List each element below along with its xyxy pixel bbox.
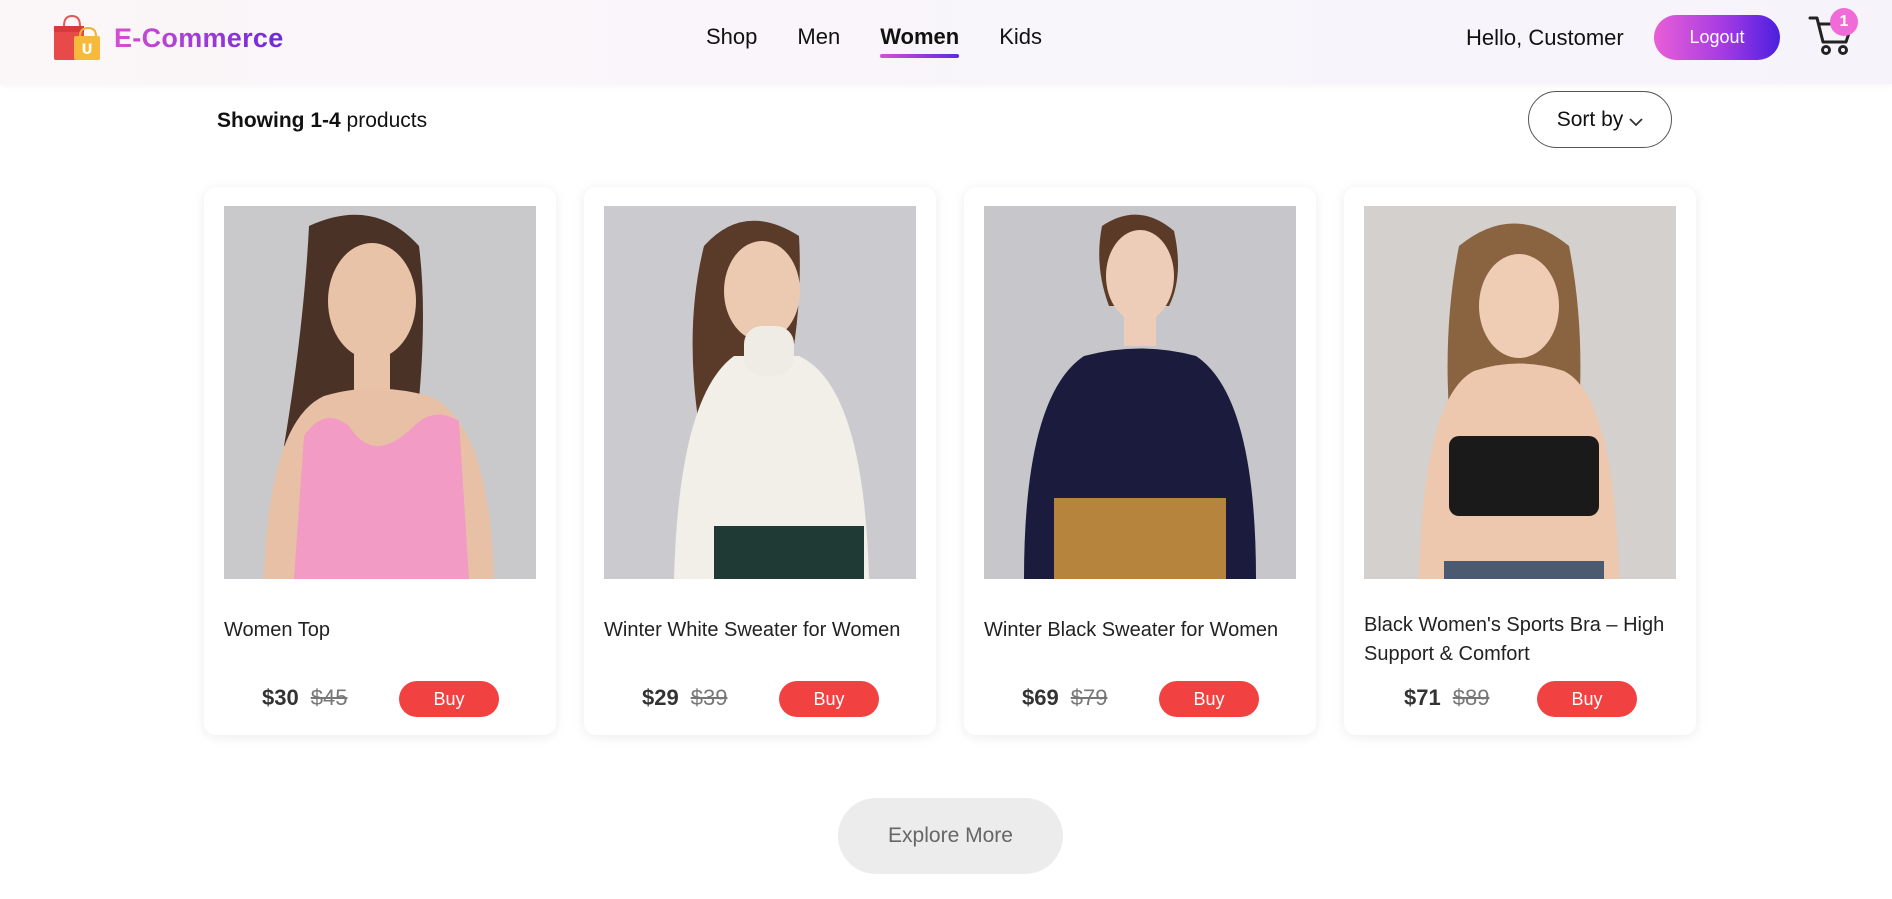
brand-name: E-Commerce (114, 22, 284, 53)
user-greeting: Hello, Customer (1466, 25, 1624, 50)
buy-button[interactable]: Buy (779, 681, 879, 717)
current-price: $69 (1022, 685, 1059, 710)
original-price: $89 (1452, 685, 1490, 710)
product-card[interactable]: Winter White Sweater for Women $29 $39 B… (584, 187, 936, 735)
buy-button[interactable]: Buy (399, 681, 499, 717)
product-card[interactable]: Women Top $30 $45 Buy (204, 187, 556, 735)
original-price: $39 (690, 685, 728, 710)
product-image[interactable] (224, 206, 536, 579)
product-card[interactable]: Black Women's Sports Bra – High Support … (1344, 187, 1696, 735)
product-card[interactable]: Winter Black Sweater for Women $69 $79 B… (964, 187, 1316, 735)
current-price: $29 (642, 685, 679, 710)
cart-count-badge: 1 (1830, 8, 1858, 36)
showing-suffix: products (346, 109, 428, 132)
chevron-down-icon (1629, 117, 1643, 126)
product-price: $71 $89 (1404, 685, 1489, 711)
product-title[interactable]: Black Women's Sports Bra – High Support … (1364, 611, 1682, 669)
buy-button[interactable]: Buy (1537, 681, 1637, 717)
svg-text:U: U (81, 42, 92, 58)
product-title[interactable]: Winter Black Sweater for Women (984, 616, 1302, 645)
logout-button[interactable]: Logout (1654, 15, 1780, 60)
nav-women[interactable]: Women (880, 24, 960, 58)
product-price: $30 $45 (262, 685, 347, 711)
buy-button[interactable]: Buy (1159, 681, 1259, 717)
product-title[interactable]: Women Top (224, 616, 542, 645)
shopping-bag-icon: U (50, 14, 102, 62)
original-price: $45 (310, 685, 348, 710)
nav-men[interactable]: Men (797, 24, 840, 58)
sort-dropdown[interactable]: Sort by (1528, 91, 1672, 148)
nav-shop[interactable]: Shop (706, 24, 757, 58)
product-title[interactable]: Winter White Sweater for Women (604, 616, 922, 645)
product-price: $29 $39 (642, 685, 727, 711)
sort-label: Sort by (1556, 107, 1624, 131)
results-count: Showing 1-4 products (217, 109, 427, 133)
original-price: $79 (1070, 685, 1108, 710)
product-price: $69 $79 (1022, 685, 1107, 711)
product-image[interactable] (984, 206, 1296, 579)
showing-range: 1-4 (310, 109, 341, 132)
explore-more-button[interactable]: Explore More (838, 798, 1063, 874)
brand-logo[interactable]: U E-Commerce (50, 14, 284, 62)
current-price: $71 (1404, 685, 1441, 710)
product-image[interactable] (604, 206, 916, 579)
showing-prefix: Showing (217, 109, 305, 132)
nav-kids[interactable]: Kids (999, 24, 1042, 58)
current-price: $30 (262, 685, 299, 710)
main-nav: Shop Men Women Kids (706, 24, 1082, 58)
product-image[interactable] (1364, 206, 1676, 579)
top-header: U E-Commerce Shop Men Women Kids Hello, … (0, 0, 1892, 84)
